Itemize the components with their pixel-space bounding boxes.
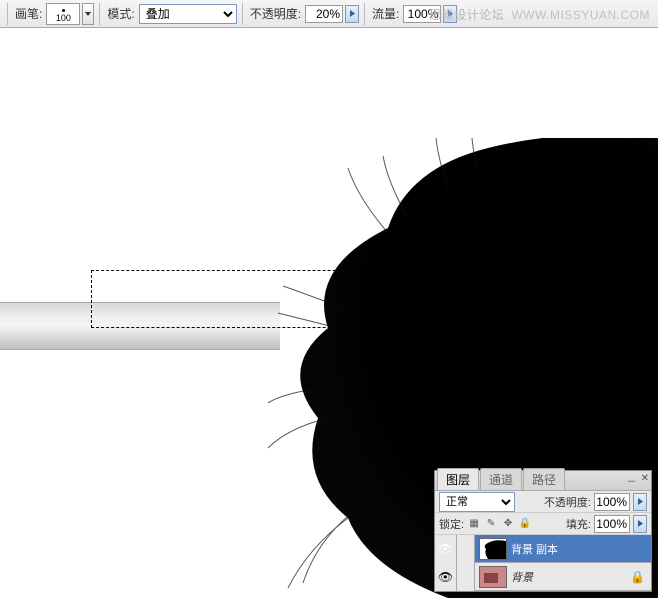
lock-pixels-icon[interactable]: ✎: [484, 517, 498, 531]
layer-list: 👁 背景 副本 👁 背景 🔒: [435, 535, 651, 591]
lock-transparency-icon[interactable]: ▦: [467, 517, 481, 531]
minimize-icon[interactable]: －: [627, 473, 637, 488]
layer-thumbnail[interactable]: [479, 566, 507, 588]
visibility-icon[interactable]: 👁: [435, 563, 457, 591]
marquee-selection[interactable]: [91, 270, 381, 328]
layer-opacity-input[interactable]: [594, 493, 630, 511]
lock-position-icon[interactable]: ✥: [501, 517, 515, 531]
layer-fill-input[interactable]: [594, 515, 630, 533]
lock-all-icon[interactable]: 🔒: [518, 517, 532, 531]
tab-channels[interactable]: 通道: [480, 468, 522, 490]
opacity-flyout[interactable]: [345, 5, 359, 23]
brush-label: 画笔:: [15, 5, 42, 22]
layers-panel: 图层 通道 路径 － ✕ 正常 不透明度: 锁定: ▦ ✎ ✥ 🔒 填充: 👁 …: [434, 470, 652, 592]
layer-thumbnail[interactable]: [479, 538, 507, 560]
panel-tabs: 图层 通道 路径 － ✕: [435, 471, 651, 491]
brush-preview[interactable]: 100: [46, 3, 80, 25]
watermark: 思缘设计论坛 WWW.MISSYUAN.COM: [429, 6, 650, 23]
layer-blend-select[interactable]: 正常: [439, 492, 515, 512]
tab-layers[interactable]: 图层: [437, 468, 479, 490]
flow-label: 流量:: [372, 5, 399, 22]
visibility-icon[interactable]: 👁: [435, 535, 457, 563]
tab-paths[interactable]: 路径: [523, 468, 565, 490]
close-icon[interactable]: ✕: [641, 473, 649, 488]
layer-item[interactable]: 👁 背景 副本: [435, 535, 651, 563]
brush-picker-arrow[interactable]: [82, 3, 94, 25]
layer-item[interactable]: 👁 背景 🔒: [435, 563, 651, 591]
layer-opacity-flyout[interactable]: [633, 493, 647, 511]
opacity-label: 不透明度:: [250, 5, 301, 22]
blend-mode-select[interactable]: 叠加: [139, 4, 237, 24]
opacity-input[interactable]: [305, 5, 343, 23]
layer-fill-flyout[interactable]: [633, 515, 647, 533]
mode-label: 模式:: [107, 5, 134, 22]
lock-fill-row: 锁定: ▦ ✎ ✥ 🔒 填充:: [435, 513, 651, 535]
lock-icon: 🔒: [630, 570, 645, 584]
blend-opacity-row: 正常 不透明度:: [435, 491, 651, 513]
